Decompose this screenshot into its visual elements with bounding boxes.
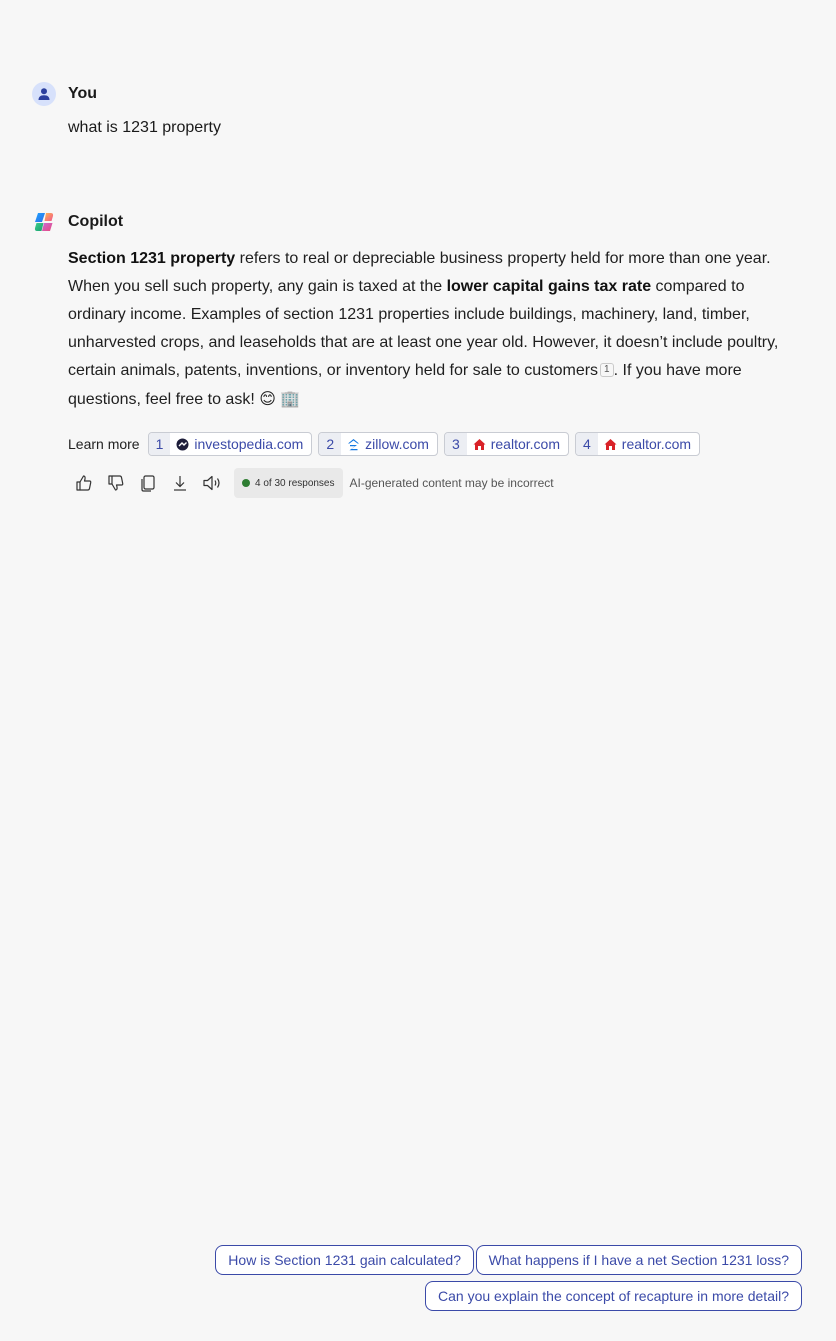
user-message: You what is 1231 property: [32, 81, 804, 137]
sender-name: You: [68, 85, 98, 102]
source-host: investopedia.com: [194, 436, 304, 452]
copilot-message: Copilot Section 1231 property refers to …: [32, 209, 804, 498]
copilot-response-text: Section 1231 property refers to real or …: [68, 245, 802, 414]
source-link-4[interactable]: 4 realtor.com: [574, 432, 701, 456]
copilot-message-header: Copilot: [32, 209, 804, 235]
person-icon: [32, 82, 56, 106]
source-link-1[interactable]: 1 investopedia.com: [147, 432, 313, 456]
learn-more-row: Learn more 1 investopedia.com 2 zillow.c…: [68, 432, 804, 456]
realtor-icon: [604, 438, 617, 451]
source-host: zillow.com: [365, 436, 429, 452]
response-counter-text: 4 of 30 responses: [255, 477, 335, 489]
source-host: realtor.com: [621, 436, 692, 452]
response-counter[interactable]: 4 of 30 responses: [234, 468, 343, 498]
investopedia-icon: [176, 438, 189, 451]
response-action-bar: 4 of 30 responses AI-generated content m…: [68, 468, 804, 498]
sender-name: Copilot: [68, 213, 124, 230]
source-number: 4: [575, 433, 598, 455]
read-aloud-icon[interactable]: [196, 468, 228, 498]
ai-disclaimer: AI-generated content may be incorrect: [349, 476, 554, 490]
suggestion-chip-0[interactable]: How is Section 1231 gain calculated?: [215, 1245, 474, 1275]
user-message-text: what is 1231 property: [68, 119, 221, 136]
thumbs-down-icon[interactable]: [100, 468, 132, 498]
suggestion-chip-2[interactable]: Can you explain the concept of recapture…: [425, 1281, 802, 1311]
suggestion-chip-1[interactable]: What happens if I have a net Section 123…: [475, 1245, 802, 1275]
bold-term: lower capital gains tax rate: [446, 278, 652, 295]
download-icon[interactable]: [164, 468, 196, 498]
source-host: realtor.com: [490, 436, 560, 452]
bold-term: Section 1231 property: [68, 250, 236, 267]
thumbs-up-icon[interactable]: [68, 468, 100, 498]
building-emoji: 🏢: [280, 389, 301, 408]
realtor-icon: [473, 438, 486, 451]
source-number: 2: [319, 433, 342, 455]
copy-icon[interactable]: [132, 468, 164, 498]
source-number: 1: [148, 433, 171, 455]
learn-more-label: Learn more: [68, 436, 140, 452]
user-message-header: You: [32, 81, 804, 107]
citation-marker[interactable]: 1: [600, 363, 614, 377]
copilot-logo-icon: [32, 210, 56, 234]
source-link-2[interactable]: 2 zillow.com: [318, 432, 438, 456]
source-link-3[interactable]: 3 realtor.com: [443, 432, 569, 456]
smiley-emoji: 😊: [259, 389, 276, 408]
zillow-icon: [347, 438, 360, 451]
source-number: 3: [444, 433, 467, 455]
status-dot: [242, 479, 250, 487]
